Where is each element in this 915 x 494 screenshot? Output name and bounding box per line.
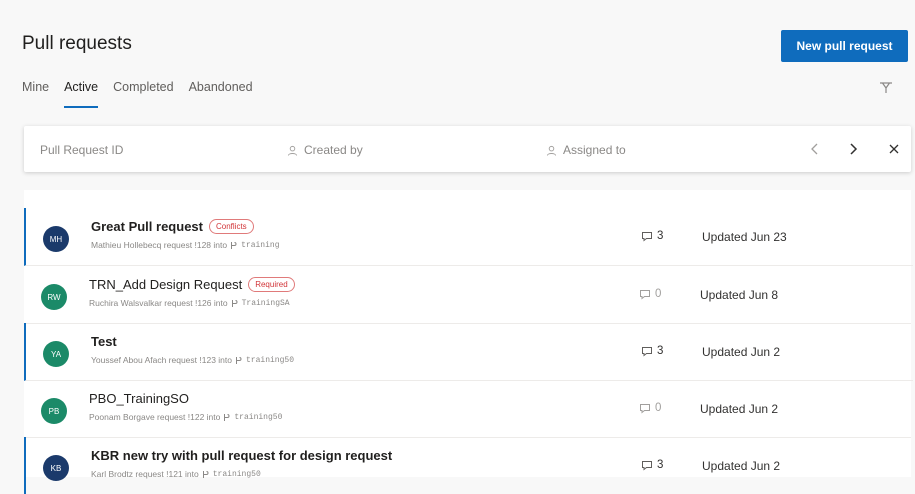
person-icon [546, 145, 557, 156]
updated-date: Updated Jun 8 [700, 288, 779, 302]
pull-request-row[interactable]: MH Great Pull request Conflicts Mathieu … [24, 208, 913, 266]
pr-id-filter[interactable]: Pull Request ID [40, 143, 123, 157]
pr-subtitle: Ruchira Walsvalkar request !126 into Tra… [89, 298, 290, 308]
tab-completed[interactable]: Completed [113, 78, 173, 108]
pull-request-row[interactable]: KB KBR new try with pull request for des… [24, 437, 913, 494]
branch-name: training50 [246, 355, 295, 365]
comment-count-value: 0 [655, 402, 662, 414]
pull-request-row[interactable]: RW TRN_Add Design Request Required Ruchi… [24, 266, 911, 324]
branch-name: training [241, 240, 280, 250]
pull-request-list: MH Great Pull request Conflicts Mathieu … [24, 190, 913, 494]
pr-subtitle: Poonam Borgave request !122 into trainin… [89, 412, 282, 422]
comment-icon [642, 232, 652, 242]
pr-title[interactable]: TRN_Add Design Request Required [89, 277, 295, 292]
close-icon[interactable] [885, 140, 903, 158]
assigned-to-filter[interactable]: Assigned to [546, 143, 626, 157]
tab-mine[interactable]: Mine [22, 78, 49, 108]
pr-subtitle: Karl Brodtz request !121 into training50 [91, 469, 261, 479]
branch-icon [231, 241, 237, 249]
tab-active[interactable]: Active [64, 78, 99, 108]
pull-request-row[interactable]: YA Test Youssef Abou Afach request !123 … [24, 323, 913, 381]
pr-title-text: PBO_TrainingSO [89, 391, 189, 406]
avatar: PB [41, 398, 67, 424]
pr-title-text: TRN_Add Design Request [89, 277, 243, 292]
person-icon [287, 145, 298, 156]
pr-id-filter-label: Pull Request ID [40, 143, 124, 157]
branch-icon [224, 413, 230, 421]
updated-date: Updated Jun 2 [700, 402, 779, 416]
page-title: Pull requests [22, 33, 132, 54]
pr-subtitle-text: Youssef Abou Afach request !123 into [91, 355, 232, 365]
pr-subtitle-text: Mathieu Hollebecq request !128 into [91, 240, 228, 250]
filter-icon[interactable] [878, 80, 894, 96]
avatar: MH [43, 226, 69, 252]
pr-title[interactable]: Test [91, 334, 117, 349]
updated-date: Updated Jun 23 [702, 230, 787, 244]
avatar: RW [41, 284, 67, 310]
filter-bar: Pull Request ID Created by Assigned to [24, 126, 911, 172]
comment-count: 3 [641, 345, 663, 357]
branch-icon [202, 470, 209, 478]
comment-count: 0 [639, 288, 661, 300]
created-by-filter[interactable]: Created by [287, 143, 363, 157]
pr-tabs: Mine Active Completed Abandoned [22, 78, 253, 108]
comment-count-value: 0 [655, 288, 662, 300]
pr-title-text: KBR new try with pull request for design… [91, 448, 393, 463]
pr-subtitle-text: Karl Brodtz request !121 into [91, 469, 199, 479]
pr-title[interactable]: PBO_TrainingSO [89, 391, 189, 406]
created-by-filter-label: Created by [304, 143, 363, 157]
new-pull-request-button[interactable]: New pull request [781, 30, 908, 62]
pull-request-row[interactable]: PB PBO_TrainingSO Poonam Borgave request… [24, 380, 911, 438]
comment-count-value: 3 [657, 230, 664, 242]
pr-title[interactable]: KBR new try with pull request for design… [91, 448, 392, 463]
comment-icon [642, 347, 652, 357]
tab-abandoned[interactable]: Abandoned [189, 78, 253, 108]
branch-icon [236, 356, 242, 364]
pr-title-text: Test [91, 334, 117, 349]
comment-count: 3 [641, 230, 663, 242]
pr-subtitle-text: Ruchira Walsvalkar request !126 into [89, 298, 228, 308]
comment-icon [640, 404, 650, 414]
branch-name: TrainingSA [241, 298, 290, 308]
page-header: Pull requests New pull request Mine Acti… [0, 0, 915, 125]
pr-title[interactable]: Great Pull request Conflicts [91, 219, 254, 234]
comment-count: 0 [639, 402, 661, 414]
comment-icon [642, 461, 652, 471]
branch-name: training50 [212, 469, 261, 479]
pr-title-text: Great Pull request [91, 219, 203, 234]
branch-name: training50 [234, 412, 283, 422]
pr-subtitle: Youssef Abou Afach request !123 into tra… [91, 355, 294, 365]
pr-subtitle-text: Poonam Borgave request !122 into [89, 412, 221, 422]
comment-icon [640, 290, 650, 300]
pr-subtitle: Mathieu Hollebecq request !128 into trai… [91, 240, 280, 250]
comment-count: 3 [641, 459, 663, 471]
avatar: YA [43, 341, 69, 367]
comment-count-value: 3 [657, 459, 664, 471]
chevron-left-icon[interactable] [806, 140, 824, 158]
comment-count-value: 3 [657, 345, 664, 357]
status-badge: Conflicts [208, 219, 254, 234]
avatar: KB [43, 455, 69, 481]
branch-icon [231, 299, 238, 307]
assigned-to-filter-label: Assigned to [563, 143, 626, 157]
chevron-right-icon[interactable] [844, 140, 862, 158]
status-badge: Required [248, 277, 295, 292]
updated-date: Updated Jun 2 [702, 459, 781, 473]
updated-date: Updated Jun 2 [702, 345, 781, 359]
